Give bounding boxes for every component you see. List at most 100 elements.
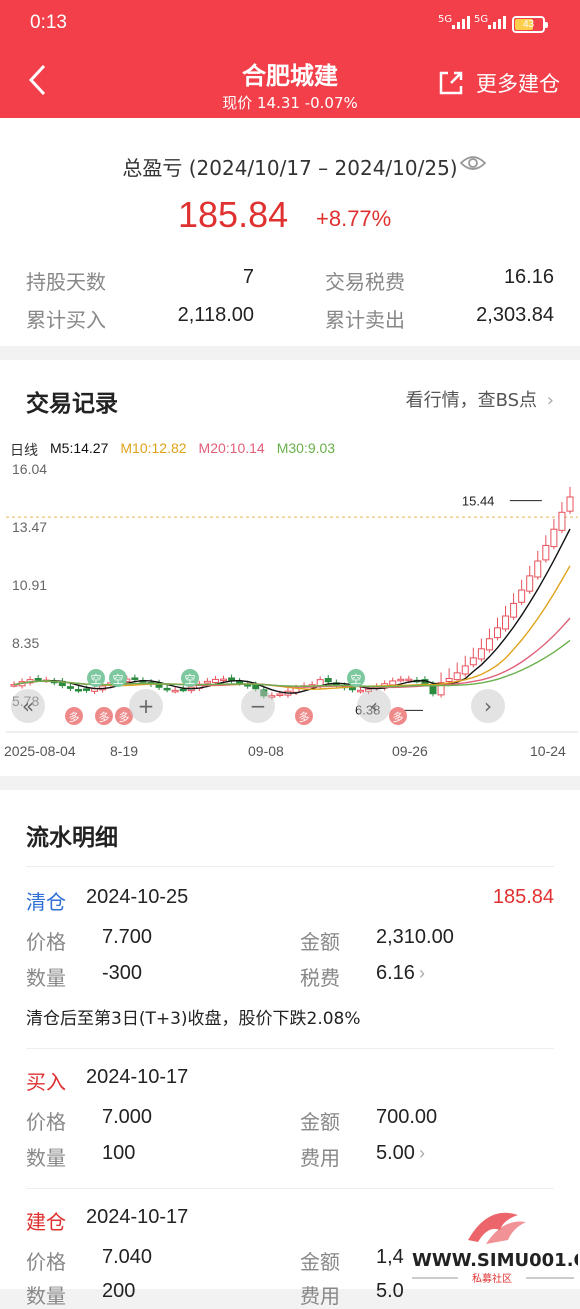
price-label: 价格	[26, 1250, 66, 1274]
candle-body	[405, 678, 413, 682]
tax-label: 交易税费	[325, 270, 405, 294]
candle-body	[276, 693, 284, 696]
divider	[26, 1188, 554, 1189]
total-value: 2,310.00	[376, 926, 454, 948]
total-label: 金额	[300, 1110, 340, 1134]
x-tick-label: 10-24	[530, 743, 566, 759]
candle-body	[356, 689, 364, 693]
x-tick-label: 09-08	[248, 743, 284, 759]
candle-body	[510, 602, 518, 618]
legend-m10: M10:12.82	[120, 440, 187, 456]
candle-body	[228, 677, 236, 681]
pnl-period-title: 总盈亏 (2024/10/17 – 2024/10/25)	[0, 152, 580, 181]
candle-body	[550, 528, 558, 548]
signal-icon-1	[452, 15, 470, 29]
sell-marker-label: 空	[113, 672, 124, 686]
candle-body	[534, 560, 542, 578]
candle-body	[477, 648, 485, 660]
total-pnl-value: 185.84	[178, 194, 289, 235]
candle-body	[252, 684, 260, 690]
fee-text: 6.16	[376, 962, 415, 984]
battery-level: 43	[522, 19, 535, 30]
legend-m5: M5:14.27	[50, 440, 109, 456]
row-date: 2024-10-25	[86, 886, 189, 908]
chart-zoom-in-button-icon: +	[138, 694, 155, 718]
share-icon	[439, 71, 463, 95]
legend-period: 日线	[10, 442, 38, 458]
chart-legend: 日线 M5:14.27 M10:12.82 M20:10.14 M30:9.03	[10, 440, 335, 460]
x-tick-label: 2025-08-04	[4, 743, 76, 759]
candlestick-chart[interactable]: 16.0413.4710.918.355.7815.446.38空空空空多多多多…	[0, 460, 580, 776]
view-market-text: 看行情，查BS点	[405, 390, 538, 411]
watermark-caption: 私募社区	[472, 1272, 512, 1285]
chart-zoom-out-button-icon: −	[250, 694, 267, 718]
y-tick-label: 13.47	[12, 519, 47, 535]
total-label: 金额	[300, 930, 340, 954]
total-buy-label: 累计买入	[26, 308, 106, 332]
row-type: 买入	[26, 1070, 66, 1094]
status-bar: 0:13 5G 5G 43	[0, 0, 580, 48]
qty-label: 数量	[26, 1284, 66, 1308]
candle-body	[453, 672, 461, 681]
price-value: 7.700	[102, 926, 153, 948]
chevron-right-icon: ›	[418, 963, 425, 983]
candle-body	[445, 677, 453, 683]
row-type: 清仓	[26, 890, 66, 914]
divider	[26, 866, 554, 867]
candle-body	[461, 665, 469, 675]
row-type: 建仓	[26, 1210, 66, 1234]
fee-value[interactable]: 5.00 ›	[376, 1142, 425, 1165]
qty-label: 数量	[26, 1146, 66, 1170]
total-label: 金额	[300, 1250, 340, 1274]
total-buy-value: 2,118.00	[177, 304, 254, 326]
candle-body	[526, 575, 534, 592]
candle-body	[179, 688, 187, 692]
fee-label: 税费	[300, 966, 340, 990]
chart-rewind-button-icon: «	[22, 694, 34, 718]
candle-body	[74, 688, 82, 692]
sell-marker-label: 空	[351, 672, 362, 686]
x-tick-label: 09-26	[392, 743, 428, 759]
candle-body	[220, 678, 228, 682]
y-tick-label: 10.91	[12, 577, 47, 593]
qty-value: 100	[102, 1142, 136, 1164]
candle-body	[131, 677, 139, 680]
fee-value[interactable]: 6.16 ›	[376, 962, 425, 985]
site-watermark-logo: WWW.SIMU001.CN 私募社区	[412, 1212, 578, 1285]
candle-body	[324, 678, 332, 683]
view-market-link[interactable]: 看行情，查BS点 ›	[406, 386, 554, 412]
buy-marker-label: 多	[99, 710, 110, 724]
fee-value: 5.0	[376, 1280, 404, 1302]
more-positions-button[interactable]: 更多建仓	[436, 68, 560, 98]
row-amount: 185.84	[492, 886, 554, 908]
candle-body	[485, 638, 493, 651]
chart-next-button-icon: ›	[484, 694, 492, 718]
fee-label: 费用	[300, 1284, 340, 1308]
qty-value: 200	[102, 1280, 136, 1302]
legend-m20: M20:10.14	[198, 440, 265, 456]
signal-label-1: 5G	[438, 14, 453, 25]
trade-records-title: 交易记录	[26, 391, 118, 417]
candle-body	[397, 678, 405, 682]
pnl-summary-card: 总盈亏 (2024/10/17 – 2024/10/25) 185.84 +8.…	[0, 118, 580, 346]
y-tick-label: 16.04	[12, 461, 47, 477]
divider	[26, 1048, 554, 1049]
buy-marker-label: 多	[393, 710, 404, 724]
clear-note: 清仓后至第3日(T+3)收盘，股价下跌2.08%	[26, 1009, 361, 1029]
header: 合肥城建 现价 14.31 -0.07% 更多建仓	[0, 48, 580, 118]
total-pnl-percent: +8.77%	[316, 206, 392, 231]
signal-label-2: 5G	[474, 14, 489, 25]
eye-icon[interactable]	[460, 154, 486, 172]
candle-body	[518, 589, 526, 603]
price-label: 价格	[26, 1110, 66, 1134]
buy-marker-label: 多	[69, 710, 80, 724]
total-value: 700.00	[376, 1106, 438, 1128]
buy-marker-label: 多	[119, 710, 130, 724]
pnl-period-text: 总盈亏 (2024/10/17 – 2024/10/25)	[122, 156, 458, 180]
row-date: 2024-10-17	[86, 1206, 189, 1228]
more-positions-label: 更多建仓	[476, 72, 560, 96]
candle-body	[203, 680, 211, 684]
candle-body	[236, 681, 244, 684]
sell-marker-label: 空	[91, 672, 102, 686]
price-value: 7.040	[102, 1246, 153, 1268]
